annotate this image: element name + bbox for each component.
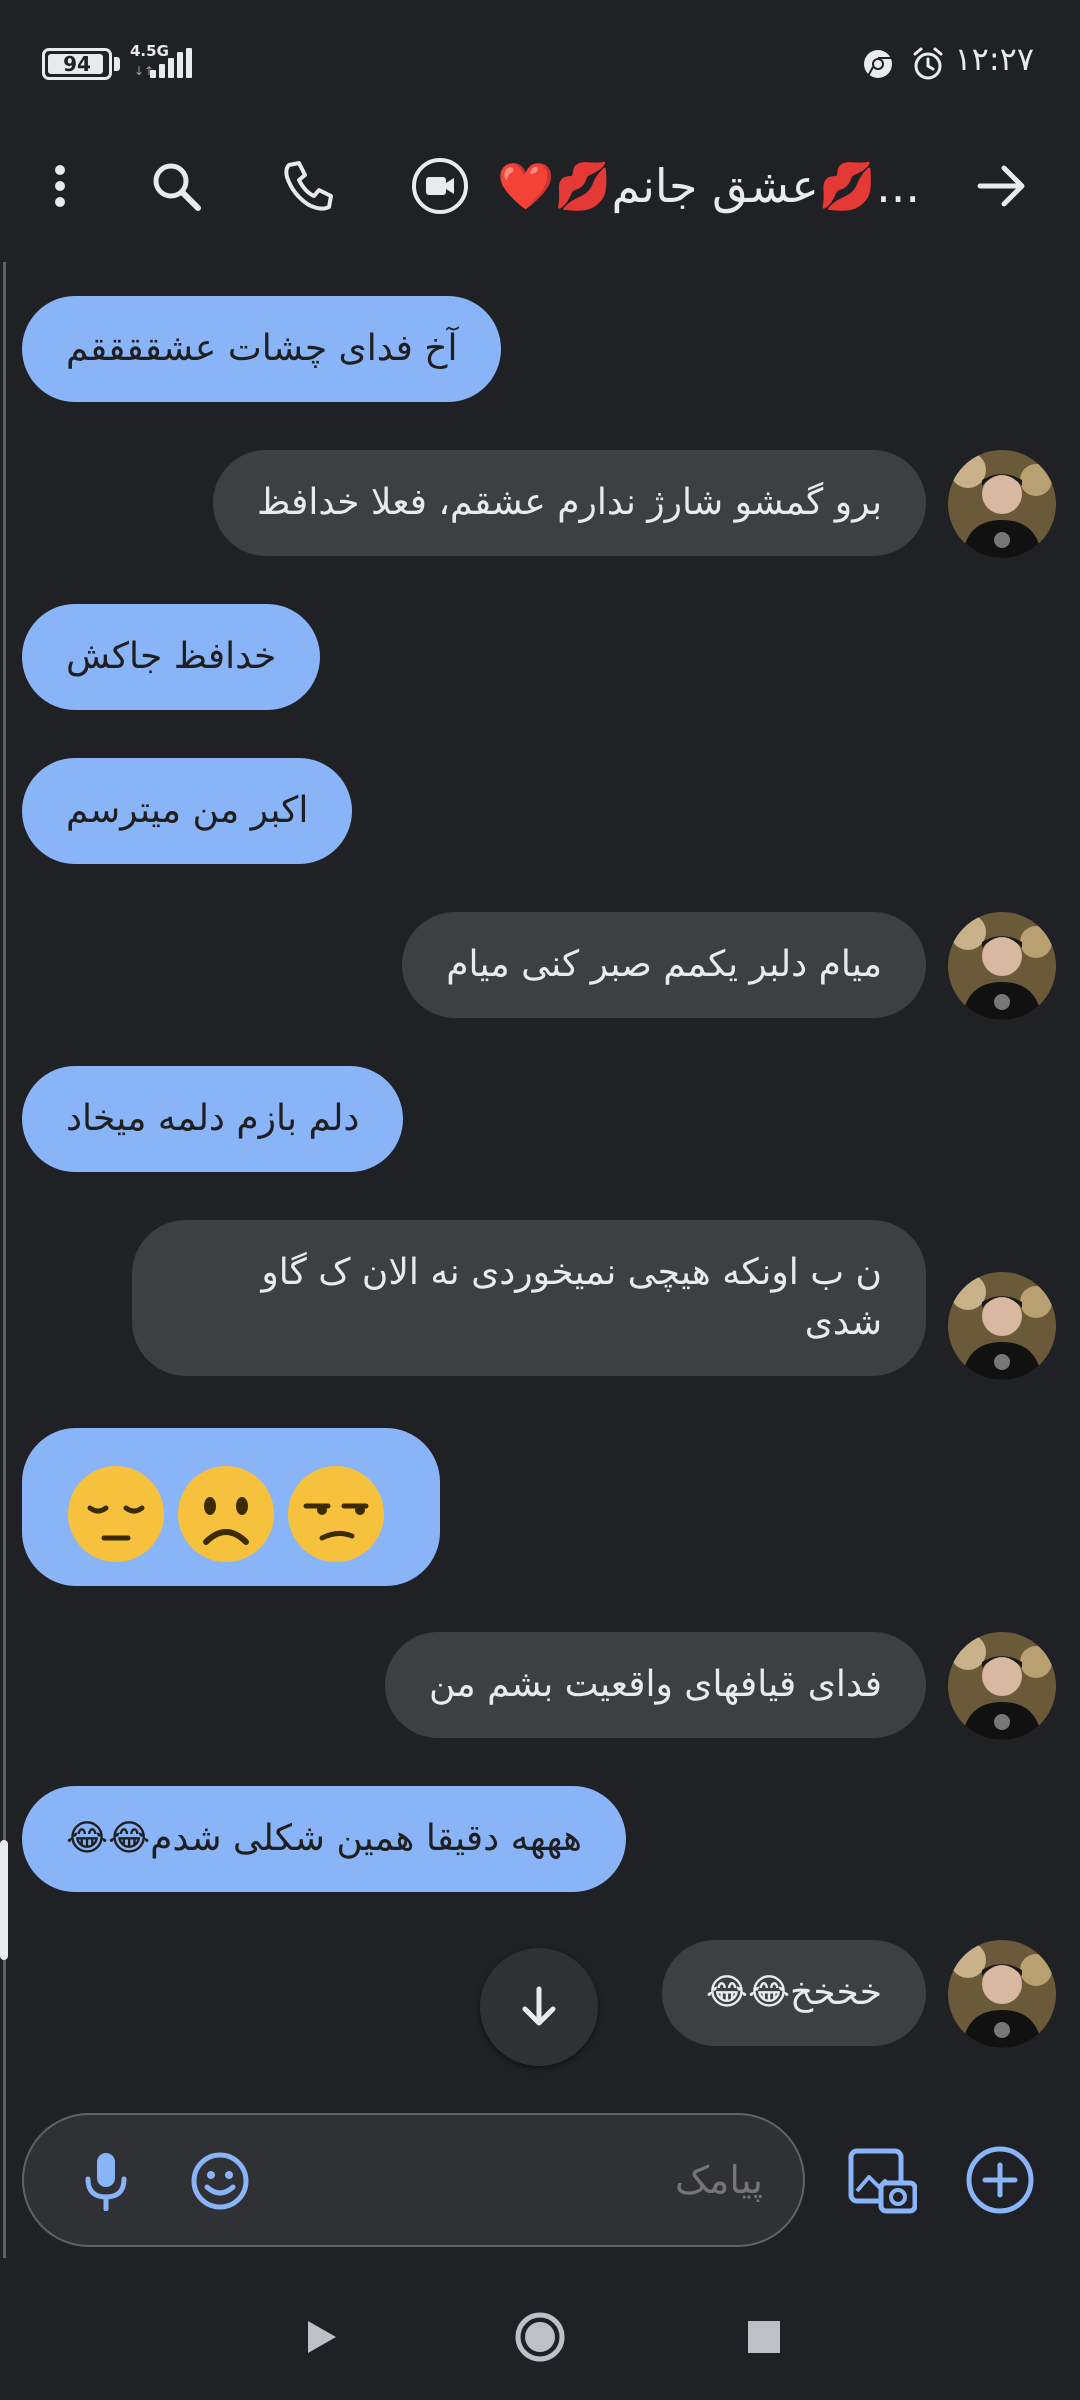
battery-level: 94 — [63, 52, 91, 76]
scroll-to-bottom-button[interactable] — [480, 1948, 598, 2066]
add-circle-icon[interactable] — [964, 2144, 1036, 2216]
scrollbar-thumb[interactable] — [0, 1840, 8, 1960]
incoming-message[interactable]: خخخخ😂😂 — [661, 1940, 926, 2046]
outgoing-message[interactable]: دلم بازم دلمه میخاد — [22, 1066, 404, 1172]
emoji-icon[interactable] — [184, 2145, 256, 2217]
alarm-icon — [913, 47, 943, 80]
outgoing-message[interactable]: آخ فدای چشات عشققققم — [22, 296, 502, 402]
phone-icon[interactable] — [272, 150, 344, 222]
outgoing-emoji-message[interactable]: 😒☹️😔 — [22, 1428, 440, 1586]
incoming-message[interactable]: برو گمشو شارژ ندارم عشقم، فعلا خدافظ — [212, 450, 926, 556]
outgoing-message[interactable]: خدافظ جاکش — [22, 604, 321, 710]
search-icon[interactable] — [140, 150, 212, 222]
avatar[interactable] — [948, 1272, 1056, 1380]
more-vert-icon[interactable] — [24, 150, 96, 222]
incoming-message[interactable]: فدای قیافهای واقعیت بشم من — [384, 1632, 926, 1738]
status-bar: 94 4.5G ↓↑ ۱۲:۲۷ — [0, 0, 1080, 120]
pensive-face-icon — [68, 1466, 164, 1562]
video-call-icon[interactable] — [404, 150, 476, 222]
outgoing-message[interactable]: اکبر من میترسم — [22, 758, 353, 864]
status-time: ۱۲:۲۷ — [954, 40, 1034, 78]
arrow-down-icon — [522, 1986, 556, 2026]
recents-nav-icon[interactable] — [732, 2305, 796, 2369]
frowning-face-icon — [178, 1466, 274, 1562]
incoming-message[interactable]: ن ب اونکه هیچی نمیخوردی نه الان ک گاو شد… — [132, 1220, 926, 1376]
outgoing-message[interactable]: هههه دقیقا همین شکلی شدم😂😂 — [22, 1786, 627, 1892]
avatar[interactable] — [948, 1632, 1056, 1740]
message-composer — [22, 2113, 805, 2247]
arrow-right-icon[interactable] — [966, 150, 1038, 222]
incoming-message[interactable]: میام دلبر یکمم صبر کنی میام — [402, 912, 926, 1018]
avatar[interactable] — [948, 912, 1056, 1020]
signal-icon — [150, 48, 192, 78]
system-navigation-bar — [0, 2275, 1080, 2400]
gallery-camera-icon[interactable] — [846, 2144, 918, 2216]
message-input[interactable] — [283, 2115, 763, 2245]
battery-tip — [114, 57, 120, 71]
battery-icon: 94 — [42, 48, 112, 80]
back-nav-icon[interactable] — [288, 2305, 352, 2369]
mic-icon[interactable] — [70, 2145, 142, 2217]
home-nav-icon[interactable] — [508, 2305, 572, 2369]
avatar[interactable] — [948, 450, 1056, 558]
conversation-app-bar: ...💋عشق جانم💋❤️ — [0, 120, 1080, 255]
avatar[interactable] — [948, 1940, 1056, 2048]
chrome-icon — [864, 50, 892, 79]
emoji-message-text: 😒☹️😔 — [439, 1428, 440, 1429]
contact-name[interactable]: ...💋عشق جانم💋❤️ — [500, 148, 920, 224]
unamused-face-icon — [288, 1466, 384, 1562]
